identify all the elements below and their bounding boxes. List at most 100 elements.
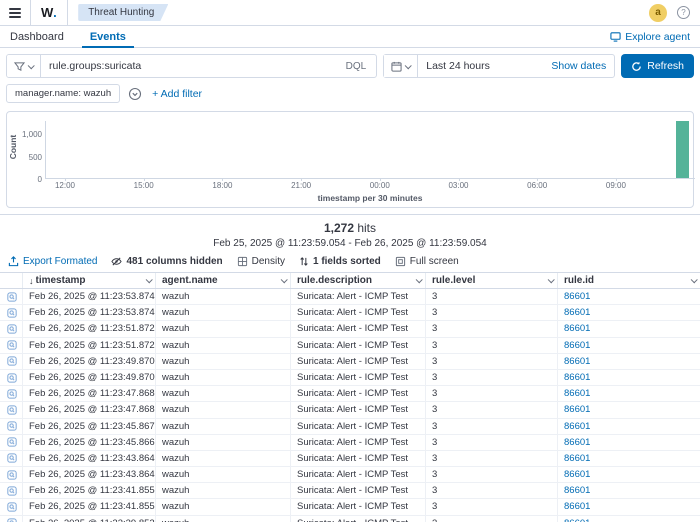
filter-options-button[interactable] <box>128 86 144 102</box>
table-row: Feb 26, 2025 @ 11:23:45.867 wazuh Surica… <box>0 419 700 435</box>
expand-row-button[interactable] <box>7 405 17 415</box>
eye-slash-icon <box>111 256 122 267</box>
chevron-down-icon[interactable] <box>146 276 153 283</box>
header-rule-description[interactable]: rule.description <box>290 273 425 288</box>
cell-rule-id[interactable]: 86601 <box>557 321 700 336</box>
histogram-bar[interactable] <box>676 121 689 178</box>
expand-row-button[interactable] <box>7 389 17 399</box>
cell-rule-level: 3 <box>425 435 557 450</box>
cell-rule-id[interactable]: 86601 <box>557 435 700 450</box>
cell-rule-description: Suricata: Alert - ICMP Test <box>290 419 425 434</box>
cell-rule-description: Suricata: Alert - ICMP Test <box>290 370 425 385</box>
full-screen-button[interactable]: Full screen <box>395 256 459 267</box>
export-formatted-button[interactable]: Export Formated <box>8 256 97 267</box>
avatar[interactable]: a <box>649 4 667 22</box>
breadcrumb[interactable]: Threat Hunting <box>78 4 168 21</box>
cell-agent-name: wazuh <box>155 483 290 498</box>
sort-descending-icon: ↓ <box>29 273 34 289</box>
refresh-button[interactable]: Refresh <box>621 54 694 78</box>
cell-rule-id[interactable]: 86601 <box>557 451 700 466</box>
cell-timestamp: Feb 26, 2025 @ 11:23:53.874 <box>22 305 155 320</box>
chevron-down-icon[interactable] <box>416 276 423 283</box>
date-picker-button[interactable] <box>384 55 418 77</box>
show-dates-button[interactable]: Show dates <box>543 60 614 72</box>
header-agent-name-label: agent.name <box>162 273 281 289</box>
expand-row-button[interactable] <box>7 470 17 480</box>
query-language-button[interactable]: DQL <box>336 61 377 72</box>
export-formatted-label: Export Formated <box>23 256 97 267</box>
add-filter-button[interactable]: + Add filter <box>152 88 202 100</box>
explore-agent-link[interactable]: Explore agent <box>610 31 690 43</box>
query-input[interactable]: rule.groups:suricata <box>41 60 336 72</box>
cell-rule-id[interactable]: 86601 <box>557 402 700 417</box>
expand-row-button[interactable] <box>7 308 17 318</box>
x-axis-tick: 21:00 <box>291 181 311 190</box>
cell-agent-name: wazuh <box>155 435 290 450</box>
fields-sorted-button[interactable]: 1 fields sorted <box>299 256 381 267</box>
cell-rule-id[interactable]: 86601 <box>557 354 700 369</box>
table-body: Feb 26, 2025 @ 11:23:53.874 wazuh Surica… <box>0 289 700 522</box>
refresh-label: Refresh <box>647 60 684 72</box>
expand-row-icon <box>7 340 17 350</box>
expand-row-button[interactable] <box>7 453 17 463</box>
expand-row-icon <box>7 308 17 318</box>
cell-rule-description: Suricata: Alert - ICMP Test <box>290 467 425 482</box>
time-range-value[interactable]: Last 24 hours <box>418 60 543 72</box>
saved-queries-button[interactable] <box>7 55 41 77</box>
cell-agent-name: wazuh <box>155 419 290 434</box>
cell-rule-description: Suricata: Alert - ICMP Test <box>290 435 425 450</box>
expand-row-button[interactable] <box>7 373 17 383</box>
header-timestamp[interactable]: ↓timestamp <box>22 273 155 288</box>
cell-expand <box>0 499 22 514</box>
cell-rule-id[interactable]: 86601 <box>557 370 700 385</box>
expand-row-button[interactable] <box>7 518 17 522</box>
cell-expand <box>0 516 22 522</box>
cell-rule-id[interactable]: 86601 <box>557 305 700 320</box>
tab-dashboard[interactable]: Dashboard <box>10 26 64 48</box>
header-agent-name[interactable]: agent.name <box>155 273 290 288</box>
chevron-down-icon[interactable] <box>548 276 555 283</box>
cell-rule-description: Suricata: Alert - ICMP Test <box>290 321 425 336</box>
chevron-down-icon[interactable] <box>691 276 698 283</box>
hits-count: 1,272 hits <box>0 221 700 235</box>
expand-row-button[interactable] <box>7 486 17 496</box>
cell-timestamp: Feb 26, 2025 @ 11:23:49.870 <box>22 370 155 385</box>
cell-timestamp: Feb 26, 2025 @ 11:23:45.866 <box>22 435 155 450</box>
expand-row-button[interactable] <box>7 502 17 512</box>
filter-pill[interactable]: manager.name: wazuh <box>6 84 120 103</box>
cell-rule-id[interactable]: 86601 <box>557 516 700 522</box>
cell-timestamp: Feb 26, 2025 @ 11:23:41.855 <box>22 499 155 514</box>
cell-rule-id[interactable]: 86601 <box>557 419 700 434</box>
expand-row-button[interactable] <box>7 324 17 334</box>
help-icon[interactable]: ? <box>677 6 690 19</box>
expand-row-button[interactable] <box>7 421 17 431</box>
search-row: rule.groups:suricata DQL Last 24 hours S… <box>0 48 700 78</box>
expand-row-button[interactable] <box>7 292 17 302</box>
menu-icon[interactable] <box>0 0 30 26</box>
columns-hidden-button[interactable]: 481 columns hidden <box>111 256 222 267</box>
cell-rule-id[interactable]: 86601 <box>557 483 700 498</box>
header-rule-id[interactable]: rule.id <box>557 273 700 288</box>
chevron-down-icon[interactable] <box>281 276 288 283</box>
cell-rule-description: Suricata: Alert - ICMP Test <box>290 386 425 401</box>
header-rule-level[interactable]: rule.level <box>425 273 557 288</box>
expand-row-button[interactable] <box>7 356 17 366</box>
cell-rule-id[interactable]: 86601 <box>557 467 700 482</box>
expand-row-button[interactable] <box>7 437 17 447</box>
cell-rule-level: 3 <box>425 483 557 498</box>
cell-rule-level: 3 <box>425 402 557 417</box>
tab-events[interactable]: Events <box>90 26 126 48</box>
density-button[interactable]: Density <box>237 256 285 267</box>
cell-rule-description: Suricata: Alert - ICMP Test <box>290 451 425 466</box>
cell-rule-id[interactable]: 86601 <box>557 289 700 304</box>
table-row: Feb 26, 2025 @ 11:23:45.866 wazuh Surica… <box>0 435 700 451</box>
cell-rule-id[interactable]: 86601 <box>557 386 700 401</box>
expand-row-button[interactable] <box>7 340 17 350</box>
logo-dot: . <box>53 5 57 20</box>
saved-queries-icon <box>14 61 25 72</box>
cell-agent-name: wazuh <box>155 499 290 514</box>
cell-rule-id[interactable]: 86601 <box>557 338 700 353</box>
cell-rule-id[interactable]: 86601 <box>557 499 700 514</box>
cell-agent-name: wazuh <box>155 289 290 304</box>
wazuh-logo[interactable]: W. <box>31 5 67 20</box>
